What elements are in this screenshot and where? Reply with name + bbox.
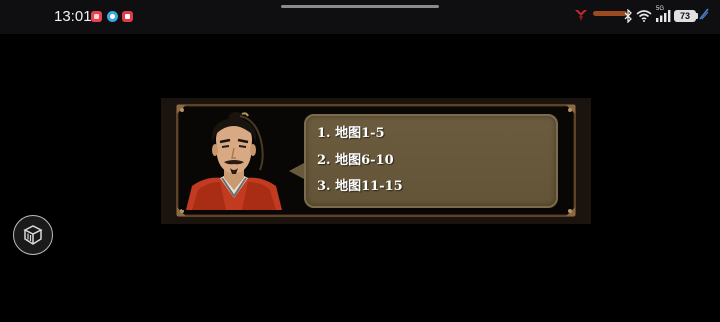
map-option-6-10[interactable]: 2. 地图6-10 [317, 153, 394, 169]
game-mode-icon [699, 8, 709, 20]
app-notification-red-icon [91, 11, 102, 22]
floating-toolbox-button[interactable] [13, 215, 53, 255]
frame-corner-ornament [566, 105, 575, 114]
signal-strength-icon [656, 10, 671, 22]
package-box-icon [23, 225, 43, 245]
app-notification-red-square-icon [122, 11, 133, 22]
wifi-icon [636, 10, 652, 22]
map-option-11-15[interactable]: 3. 地图11-15 [317, 179, 403, 195]
bluetooth-icon [624, 9, 632, 23]
home-indicator[interactable] [281, 5, 439, 8]
speech-bubble-pointer [289, 163, 304, 179]
game-overlay-bar [593, 11, 627, 16]
app-notification-blue-icon [107, 11, 118, 22]
status-time: 13:01 [54, 8, 92, 25]
battery-tip [696, 13, 698, 19]
map-option-1-5[interactable]: 1. 地图1-5 [317, 126, 385, 142]
status-bar: 13:01 5G 73 [0, 0, 720, 34]
general-portrait [182, 112, 286, 210]
game-logo-icon [575, 10, 587, 21]
game-screen: 13:01 5G 73 1. 地图1-5 2. 地图6-10 3. 地图11-1… [0, 0, 720, 322]
battery-indicator: 73 [674, 10, 696, 22]
frame-corner-ornament [566, 207, 575, 216]
